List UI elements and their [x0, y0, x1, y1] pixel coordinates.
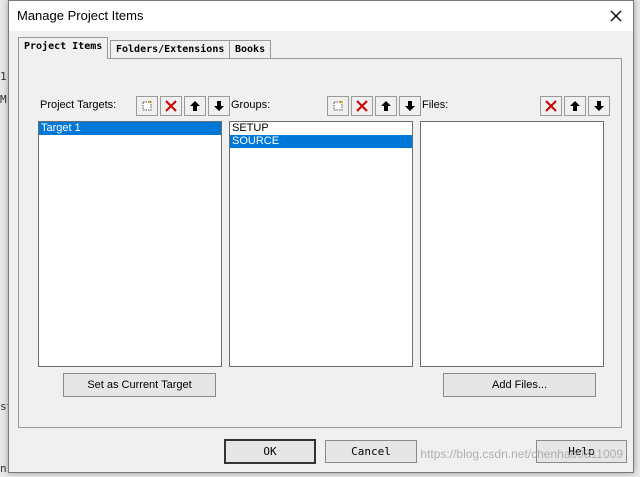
move-up-icon	[381, 101, 391, 111]
move-up-icon	[570, 101, 580, 111]
close-button[interactable]	[605, 5, 627, 27]
group-header: Files:	[420, 95, 610, 116]
title-bar: Manage Project Items	[9, 1, 633, 31]
bg-text: n	[0, 462, 7, 475]
tab-panel: Project Targets: Target 1 Groups: SETUP …	[18, 58, 622, 428]
tab-folders-extensions[interactable]: Folders/Extensions	[110, 40, 231, 58]
delete-icon	[545, 100, 557, 112]
project-targets-label: Project Targets:	[40, 99, 117, 111]
list-item[interactable]: SOURCE	[230, 135, 412, 148]
cancel-button[interactable]: Cancel	[325, 440, 417, 463]
toolbar	[538, 96, 610, 116]
move-down-icon	[214, 101, 224, 111]
move-up-icon	[190, 101, 200, 111]
move-group-down-button[interactable]	[399, 96, 421, 116]
move-file-up-button[interactable]	[564, 96, 586, 116]
delete-file-button[interactable]	[540, 96, 562, 116]
set-as-current-target-button[interactable]: Set as Current Target	[63, 373, 216, 397]
delete-icon	[356, 100, 368, 112]
new-icon	[142, 100, 152, 111]
add-files-button[interactable]: Add Files...	[443, 373, 596, 397]
manage-project-items-dialog: Manage Project Items Project Items Folde…	[8, 0, 634, 473]
ok-button[interactable]: OK	[224, 439, 316, 464]
groups-label: Groups:	[231, 99, 271, 111]
delete-icon	[165, 100, 177, 112]
toolbar	[325, 96, 421, 116]
delete-group-button[interactable]	[351, 96, 373, 116]
delete-target-button[interactable]	[160, 96, 182, 116]
move-group-up-button[interactable]	[375, 96, 397, 116]
close-icon	[610, 10, 622, 22]
window-title: Manage Project Items	[17, 8, 144, 23]
move-down-icon	[405, 101, 415, 111]
files-label: Files:	[422, 99, 449, 111]
move-target-down-button[interactable]	[208, 96, 230, 116]
project-targets-list[interactable]: Target 1	[38, 121, 222, 367]
bg-text: M	[0, 93, 7, 106]
move-down-icon	[594, 101, 604, 111]
files-list[interactable]	[420, 121, 604, 367]
groups-list[interactable]: SETUP SOURCE	[229, 121, 413, 367]
new-group-button[interactable]	[327, 96, 349, 116]
group-header: Groups:	[229, 95, 421, 116]
new-icon	[333, 100, 343, 111]
new-target-button[interactable]	[136, 96, 158, 116]
toolbar	[134, 96, 230, 116]
tab-books[interactable]: Books	[229, 40, 272, 58]
move-file-down-button[interactable]	[588, 96, 610, 116]
list-item[interactable]: Target 1	[39, 122, 221, 135]
list-item[interactable]: SETUP	[230, 122, 412, 135]
move-target-up-button[interactable]	[184, 96, 206, 116]
bg-text: 1	[0, 70, 7, 83]
group-header: Project Targets:	[38, 95, 230, 116]
help-button[interactable]: Help	[536, 440, 627, 463]
tab-project-items[interactable]: Project Items	[18, 37, 109, 59]
